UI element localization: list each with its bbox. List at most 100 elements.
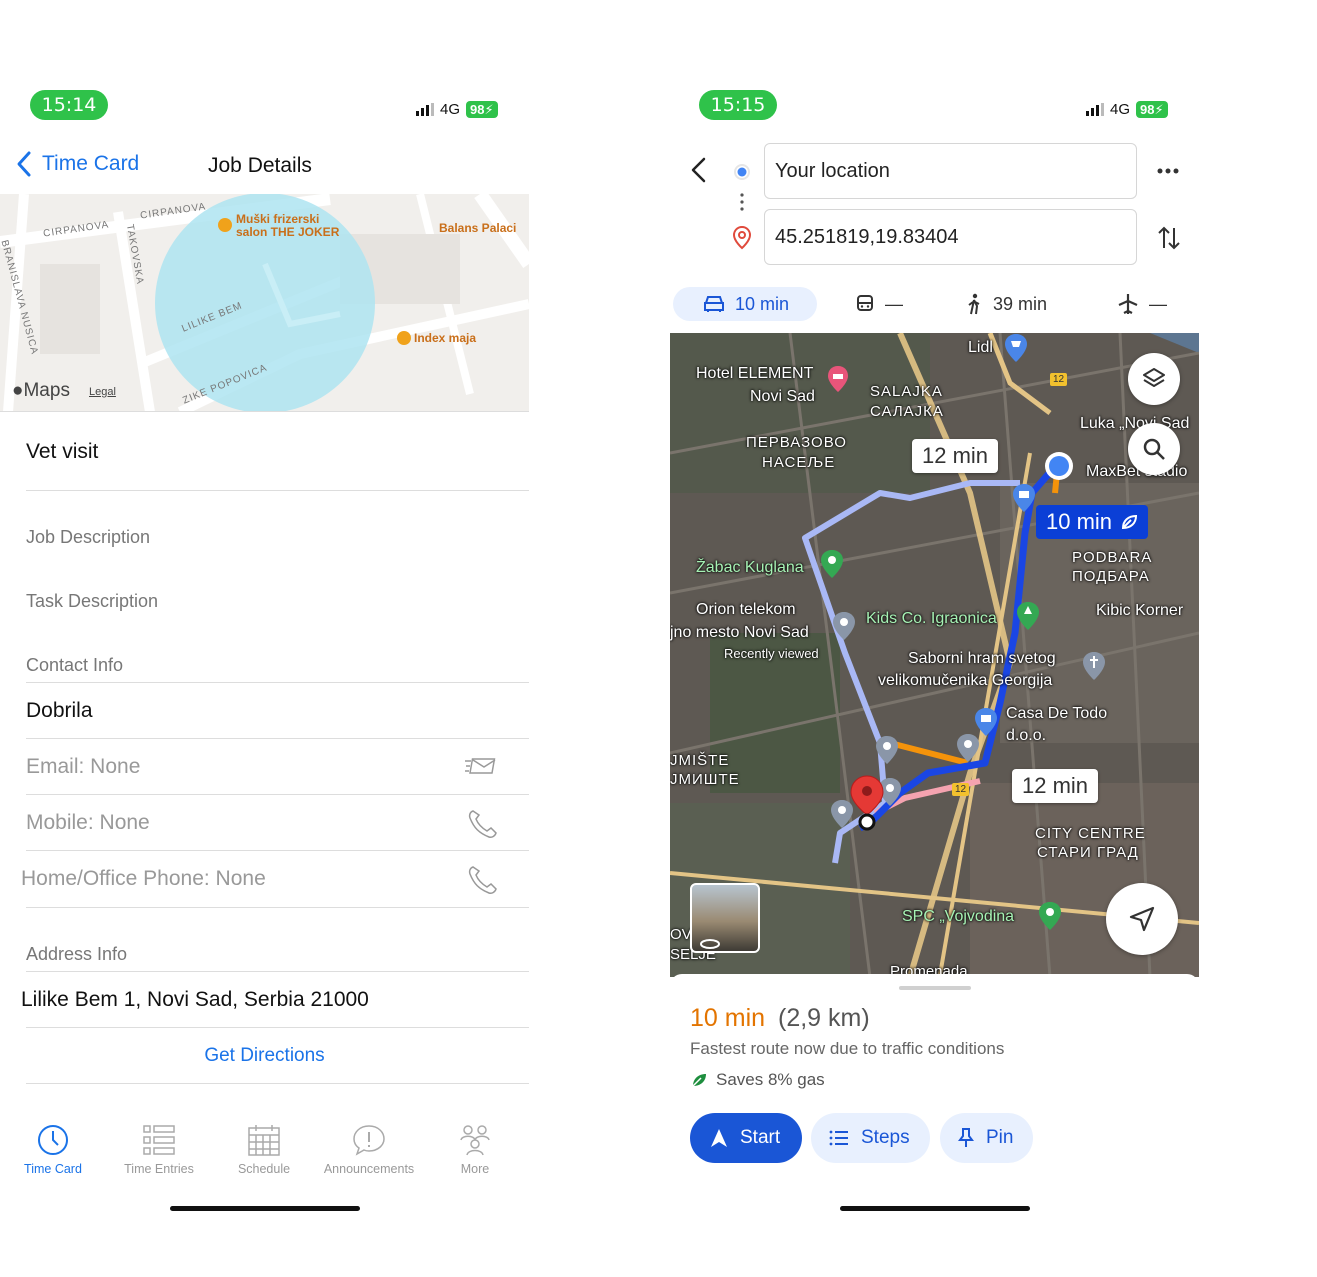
status-icons: 4G 98⚡: [416, 99, 498, 119]
status-time: 15:14: [30, 90, 108, 120]
tab-time-card[interactable]: Time Card: [0, 1122, 106, 1176]
tab-label: Announcements: [323, 1162, 415, 1176]
tab-schedule[interactable]: Schedule: [211, 1122, 317, 1176]
mode-drive[interactable]: 10 min: [673, 287, 817, 321]
map-label: Saborni hram svetog: [908, 650, 1056, 667]
contact-info-header: Contact Info: [26, 655, 124, 675]
get-directions-link[interactable]: Get Directions: [0, 1045, 529, 1067]
job-description-header: Job Description: [26, 527, 151, 547]
phone-icon[interactable]: [466, 864, 498, 896]
tab-label: More: [460, 1162, 490, 1176]
map-label: SALAJKA: [870, 383, 943, 400]
map-label: ЈМИШТЕ: [670, 771, 740, 788]
pin-button[interactable]: Pin: [940, 1113, 1034, 1163]
calendar-icon: [248, 1125, 280, 1156]
legal-link[interactable]: Legal: [89, 386, 116, 398]
place-pin-icon[interactable]: [875, 735, 899, 765]
back-arrow-icon[interactable]: [688, 156, 710, 184]
task-description-header: Task Description: [26, 591, 159, 611]
origin-input[interactable]: Your location: [764, 143, 1137, 199]
place-pin-icon[interactable]: [956, 733, 980, 763]
tab-label: Time Card: [24, 1162, 82, 1176]
back-label: Time Card: [42, 152, 140, 175]
mode-label: —: [1149, 293, 1167, 314]
contact-mobile: Mobile: None: [26, 811, 150, 834]
recenter-button[interactable]: [1106, 883, 1178, 955]
shop-poi-icon: [397, 331, 411, 345]
map-label: velikomučenika Georgija: [878, 672, 1053, 689]
destination-pin-icon: [733, 226, 751, 250]
mode-label: —: [885, 293, 903, 314]
map-label: jno mesto Novi Sad: [670, 624, 809, 641]
primary-route-time[interactable]: 10 min: [1036, 505, 1149, 539]
job-title: Vet visit: [26, 440, 99, 463]
map-label: ПЕРВАЗОВО: [746, 434, 847, 451]
mode-walk[interactable]: 39 min: [965, 287, 1047, 321]
layers-button[interactable]: [1128, 353, 1180, 405]
tab-announcements[interactable]: Announcements: [316, 1122, 422, 1176]
map-label: Novi Sad: [750, 388, 815, 405]
network-label: 4G: [1110, 100, 1131, 118]
back-button[interactable]: Time Card: [14, 150, 139, 178]
tab-label: Time Entries: [124, 1162, 194, 1176]
hotel-pin-icon[interactable]: [827, 365, 849, 393]
sheet-handle[interactable]: [899, 986, 971, 990]
battery-icon: 98⚡: [466, 100, 498, 118]
place-pin-icon[interactable]: [832, 611, 856, 641]
map-label: Recently viewed: [724, 646, 819, 661]
map-label: SPC „Vojvodina: [902, 908, 1015, 925]
network-label: 4G: [440, 100, 461, 118]
mode-flight[interactable]: —: [1117, 287, 1167, 321]
shop-pin-icon[interactable]: [1004, 333, 1028, 363]
park-pin-icon[interactable]: [1016, 601, 1040, 631]
apple-logo-icon: ●: [12, 380, 24, 401]
maps-logo: ●Maps: [12, 380, 70, 401]
map-label: CITY CENTRE: [1035, 825, 1146, 842]
mode-transit[interactable]: —: [855, 287, 903, 321]
search-button[interactable]: [1128, 423, 1180, 475]
start-button[interactable]: Start: [690, 1113, 803, 1163]
list-icon: [143, 1125, 175, 1155]
destination-input[interactable]: 45.251819,19.83404: [764, 209, 1137, 265]
map-label: НАСЕЉЕ: [762, 454, 836, 471]
steps-label: Steps: [861, 1127, 910, 1148]
church-pin-icon[interactable]: [1082, 651, 1106, 681]
map-label: Kids Co. Igraonica: [866, 610, 997, 627]
tab-label: Schedule: [237, 1162, 291, 1176]
divider: [26, 738, 529, 739]
home-indicator: [840, 1206, 1030, 1211]
shop-pin-icon[interactable]: [1012, 483, 1036, 513]
place-pin-icon[interactable]: [820, 549, 844, 579]
search-icon: [1143, 438, 1165, 460]
mode-label: 10 min: [735, 293, 790, 314]
swap-icon[interactable]: [1157, 224, 1181, 252]
email-icon[interactable]: [464, 756, 498, 776]
contact-home-phone: Home/Office Phone: None: [21, 867, 266, 890]
road-badge: 12: [1050, 373, 1068, 386]
divider: [26, 1027, 529, 1028]
place-pin-icon[interactable]: [1038, 901, 1062, 931]
destination-marker-icon[interactable]: [850, 775, 884, 831]
divider: [26, 682, 529, 683]
layers-icon: [1143, 368, 1165, 387]
pushpin-icon: [958, 1128, 974, 1147]
current-location-icon: [1045, 452, 1073, 480]
poi-label-balans: Balans Palaci: [439, 221, 517, 235]
tab-time-entries[interactable]: Time Entries: [106, 1122, 212, 1176]
car-icon: [704, 296, 724, 312]
alt-route-time[interactable]: 12 min: [912, 439, 999, 473]
location-map[interactable]: CIRPANOVA CIRPANOVA TAKOVSKA BRANISLAVA …: [0, 194, 529, 412]
alt-route-time[interactable]: 12 min: [1012, 769, 1099, 803]
phone-icon[interactable]: [466, 808, 498, 840]
route-distance: (2,9 km): [778, 1004, 870, 1032]
route-map[interactable]: Lidl Hotel ELEMENT Novi Sad SALAJKA САЛА…: [670, 333, 1199, 977]
street-view-thumbnail[interactable]: [690, 883, 760, 953]
map-label: Lidl: [968, 339, 993, 356]
steps-button[interactable]: Steps: [811, 1113, 930, 1163]
divider: [26, 794, 529, 795]
signal-icon: [416, 102, 434, 116]
tab-more[interactable]: More: [422, 1122, 528, 1176]
more-options-icon[interactable]: [1156, 164, 1180, 178]
status-time: 15:15: [699, 90, 777, 120]
poi-label-joker: Muški frizerski salon THE JOKER: [236, 212, 340, 239]
